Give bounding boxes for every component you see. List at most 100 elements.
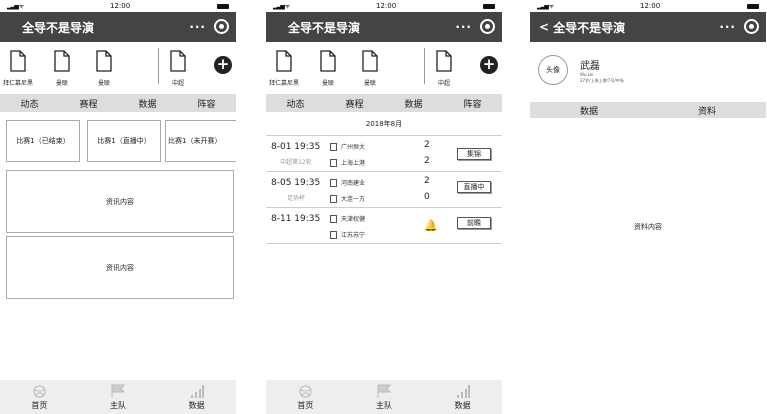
- match-row[interactable]: 8-11 19:35 天津权健 江苏苏宁 🔔 前瞻: [266, 208, 502, 244]
- match-card-finished[interactable]: 比赛1（已结束）: [6, 120, 80, 162]
- tab-schedule[interactable]: 赛程: [325, 97, 384, 110]
- battery-icon: [746, 3, 759, 9]
- nav-bar: < 全导不是导演 ···: [530, 12, 766, 42]
- close-target-icon[interactable]: [744, 19, 759, 34]
- bell-icon[interactable]: 🔔: [424, 219, 438, 232]
- avatar[interactable]: 头像: [538, 55, 568, 85]
- bottom-tab-team[interactable]: 主队: [79, 380, 158, 414]
- followed-team-label: 拜仁慕尼黑: [2, 80, 33, 87]
- bottom-tab-label: 主队: [376, 401, 392, 410]
- signal-bars-icon: [157, 382, 236, 398]
- more-button[interactable]: ···: [189, 20, 206, 34]
- home-score: 2: [424, 176, 430, 186]
- bottom-tab-label: 数据: [188, 401, 205, 410]
- battery-icon: [482, 3, 495, 9]
- bottom-tab-data[interactable]: 数据: [157, 380, 236, 414]
- followed-team-item[interactable]: 曼联: [44, 50, 80, 87]
- home-team: 天津权健: [330, 214, 365, 223]
- tab-dynamics[interactable]: 动态: [266, 97, 325, 110]
- away-team-name: 上海上港: [341, 160, 366, 167]
- followed-team-item[interactable]: 曼联: [352, 50, 388, 87]
- followed-team-label: 中超: [171, 80, 184, 87]
- close-target-icon[interactable]: [480, 19, 495, 34]
- document-icon: [362, 50, 378, 72]
- followed-team-item[interactable]: 曼联: [310, 50, 346, 87]
- signal-icon: ▂▃▅ ᯤ: [537, 3, 554, 10]
- status-bar: ▂▃▅ ᯤ 12:00: [266, 0, 502, 12]
- signal-bars-icon: [423, 382, 502, 398]
- tab-data[interactable]: 数据: [384, 97, 443, 110]
- profile-tab-bar: 数据 资料: [530, 102, 766, 118]
- status-bar: ▂▃▅ ᯤ 12:00: [530, 0, 766, 12]
- bookmark-icon: [330, 178, 337, 187]
- bottom-tab-home[interactable]: 首页: [0, 380, 79, 414]
- tab-schedule[interactable]: 赛程: [59, 97, 118, 110]
- bottom-tab-label: 数据: [454, 401, 471, 410]
- screen-home-schedule: ▂▃▅ ᯤ 12:00 全导不是导演 ··· 拜仁慕尼黑 曼联 曼联 中超 + …: [266, 0, 502, 414]
- preview-button[interactable]: 前瞻: [457, 217, 491, 229]
- bottom-tab-home[interactable]: 首页: [266, 380, 345, 414]
- player-name: 武磊: [580, 60, 600, 72]
- news-card[interactable]: 资讯内容: [6, 170, 234, 233]
- live-button[interactable]: 直播中: [457, 181, 491, 193]
- close-target-icon[interactable]: [214, 19, 229, 34]
- away-team: 上海上港: [330, 158, 365, 167]
- tab-player-info[interactable]: 资料: [648, 104, 766, 117]
- document-icon: [96, 50, 112, 72]
- followed-league-item[interactable]: 中超: [426, 50, 462, 87]
- bookmark-icon: [330, 158, 337, 167]
- followed-team-label: 曼联: [321, 80, 334, 87]
- followed-teams-bar: 拜仁慕尼黑 曼联 曼联 中超 +: [0, 42, 236, 94]
- followed-team-item[interactable]: 曼联: [86, 50, 122, 87]
- home-team-name: 天津权健: [341, 216, 366, 223]
- tab-bar: 动态 赛程 数据 阵容: [0, 94, 236, 112]
- bottom-tab-label: 首页: [297, 401, 314, 410]
- add-follow-button[interactable]: +: [214, 56, 232, 74]
- battery-icon: [216, 3, 229, 9]
- nav-bar: 全导不是导演 ···: [266, 12, 502, 42]
- highlights-button[interactable]: 集锦: [457, 148, 491, 160]
- flag-icon: [79, 382, 158, 398]
- status-time: 12:00: [376, 2, 397, 10]
- back-button[interactable]: <: [539, 20, 549, 34]
- match-card-live[interactable]: 比赛1（直播中）: [87, 120, 161, 162]
- bookmark-icon: [330, 214, 337, 223]
- tab-player-data[interactable]: 数据: [530, 104, 648, 117]
- add-follow-button[interactable]: +: [480, 56, 498, 74]
- soccer-ball-icon: [0, 382, 79, 398]
- match-row[interactable]: 8-05 19:35 足协杯 河南建业 大连一方 2 0 直播中: [266, 172, 502, 208]
- signal-icon: ▂▃▅ ᯤ: [273, 3, 290, 10]
- document-icon: [54, 50, 70, 72]
- more-button[interactable]: ···: [719, 20, 736, 34]
- followed-team-label: 曼联: [363, 80, 376, 87]
- tab-dynamics[interactable]: 动态: [0, 97, 59, 110]
- followed-league-item[interactable]: 中超: [160, 50, 196, 87]
- document-icon: [276, 50, 292, 72]
- screen-player-profile: ▂▃▅ ᯤ 12:00 < 全导不是导演 ··· 头像 武磊 Wu Lei 27…: [530, 0, 766, 414]
- match-row[interactable]: 8-01 19:35 中超第12轮 广州恒大 上海上港 2 2 集锦: [266, 136, 502, 172]
- home-team-name: 广州恒大: [341, 144, 366, 151]
- tab-lineup[interactable]: 阵容: [177, 97, 236, 110]
- month-header: 2018年8月: [266, 112, 502, 136]
- document-icon: [10, 50, 26, 72]
- divider: [158, 48, 159, 84]
- match-time: 8-11 19:35: [271, 214, 321, 224]
- bottom-tab-team[interactable]: 主队: [345, 380, 424, 414]
- followed-team-label: 拜仁慕尼黑: [268, 80, 299, 87]
- home-score: 2: [424, 140, 430, 150]
- player-header: 头像 武磊 Wu Lei 27岁/上海上港/7号/中场: [530, 42, 766, 98]
- tab-data[interactable]: 数据: [118, 97, 177, 110]
- app-title: 全导不是导演: [22, 20, 95, 35]
- document-icon: [170, 50, 186, 72]
- more-button[interactable]: ···: [455, 20, 472, 34]
- followed-team-item[interactable]: 拜仁慕尼黑: [266, 50, 302, 87]
- bottom-tab-data[interactable]: 数据: [423, 380, 502, 414]
- match-card-upcoming[interactable]: 比赛1（未开赛）: [165, 120, 236, 162]
- match-time: 8-05 19:35: [271, 178, 321, 188]
- news-card[interactable]: 资讯内容: [6, 236, 234, 299]
- home-team: 河南建业: [330, 178, 365, 187]
- followed-team-item[interactable]: 拜仁慕尼黑: [0, 50, 36, 87]
- bottom-tab-label: 主队: [110, 401, 126, 410]
- tab-lineup[interactable]: 阵容: [443, 97, 502, 110]
- status-bar: ▂▃▅ ᯤ 12:00: [0, 0, 236, 12]
